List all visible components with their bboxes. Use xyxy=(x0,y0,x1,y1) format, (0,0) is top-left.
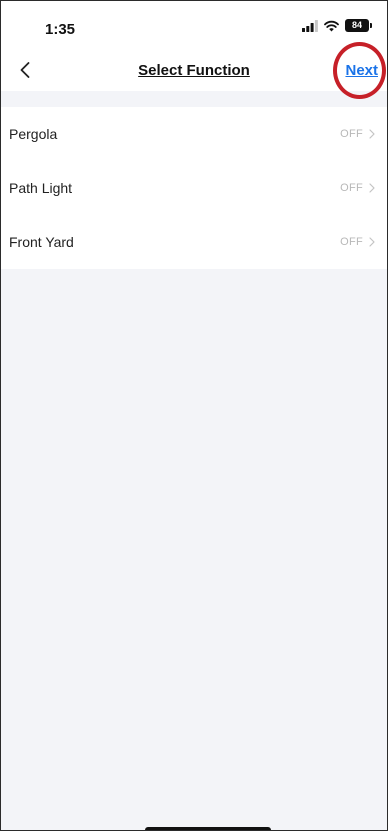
chevron-right-icon xyxy=(369,129,375,139)
phone-screen: 1:35 84 Select Function Next Pergola OFF… xyxy=(0,0,388,831)
home-indicator[interactable] xyxy=(145,827,271,830)
cellular-signal-icon xyxy=(302,19,318,32)
status-time: 1:35 xyxy=(45,21,76,38)
item-label: Path Light xyxy=(9,180,73,196)
battery-icon: 84 xyxy=(345,19,372,32)
item-label: Front Yard xyxy=(9,234,74,250)
navigation-bar: Select Function Next xyxy=(1,51,387,91)
item-status: OFF xyxy=(340,236,375,248)
status-text: OFF xyxy=(340,128,363,140)
status-text: OFF xyxy=(340,236,363,248)
chevron-right-icon xyxy=(369,183,375,193)
list-item-front-yard[interactable]: Front Yard OFF xyxy=(1,215,387,269)
chevron-right-icon xyxy=(369,237,375,247)
next-button[interactable]: Next xyxy=(345,62,378,79)
item-label: Pergola xyxy=(9,126,58,142)
wifi-icon xyxy=(324,20,339,31)
item-status: OFF xyxy=(340,128,375,140)
status-bar: 1:35 84 xyxy=(1,1,387,51)
status-icons: 84 xyxy=(302,19,372,32)
list-item-pergola[interactable]: Pergola OFF xyxy=(1,107,387,161)
status-text: OFF xyxy=(340,182,363,194)
page-title: Select Function xyxy=(138,62,250,79)
function-list: Pergola OFF Path Light OFF Front Yard OF… xyxy=(1,107,387,269)
list-item-path-light[interactable]: Path Light OFF xyxy=(1,161,387,215)
item-status: OFF xyxy=(340,182,375,194)
